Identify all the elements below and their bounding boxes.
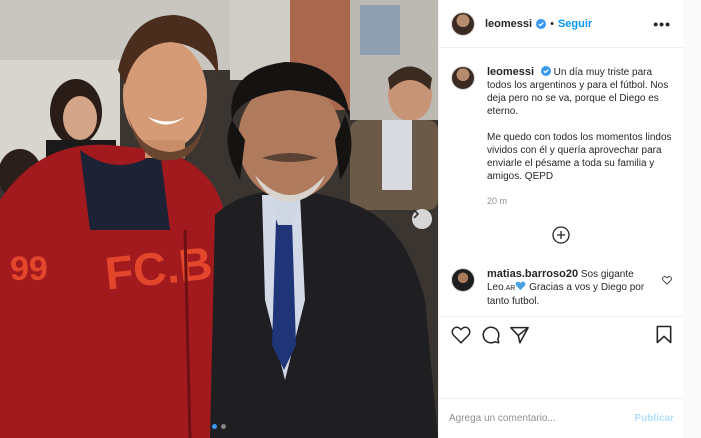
heart-icon (662, 276, 672, 285)
comment-item: matias.barroso20 Sos gigante Leo.AR Grac… (451, 268, 676, 308)
page-margin (683, 0, 701, 438)
comment-icon (482, 326, 500, 344)
comment-input[interactable] (449, 413, 635, 424)
load-more-comments-button[interactable] (552, 226, 570, 249)
chevron-right-icon (413, 209, 420, 219)
share-button[interactable] (510, 326, 529, 344)
caption-text-2: Me quedo con todos los momentos lindos v… (487, 132, 672, 182)
plus-circle-icon (552, 226, 570, 244)
share-icon (510, 326, 529, 344)
caption-username[interactable]: leomessi (487, 66, 534, 78)
like-comment-button[interactable] (662, 272, 672, 290)
post-photo[interactable]: 99 FC.B (0, 0, 438, 438)
header-separator: • (550, 17, 554, 30)
caption-avatar[interactable] (451, 66, 475, 90)
jersey-number-text: 99 (10, 250, 48, 288)
like-button[interactable] (451, 326, 471, 344)
carousel-next-button[interactable] (412, 209, 432, 229)
blue-heart-icon (515, 281, 526, 291)
comment-avatar[interactable] (451, 268, 475, 292)
follow-button[interactable]: Seguir (558, 18, 592, 30)
carousel-dot (221, 424, 226, 429)
save-button[interactable] (656, 325, 672, 344)
comment-flag-text: .AR (503, 285, 516, 292)
comment-button[interactable] (481, 325, 500, 344)
add-comment-bar: Publicar (439, 398, 684, 438)
verified-badge-icon (536, 18, 547, 29)
caption: leomessi Un día muy triste para todos lo… (451, 66, 672, 208)
post-header: leomessi • Seguir ••• (439, 0, 683, 48)
comment-body: matias.barroso20 Sos gigante Leo.AR Grac… (487, 268, 647, 308)
verified-badge-icon (540, 66, 551, 76)
caption-body: leomessi Un día muy triste para todos lo… (487, 66, 672, 208)
carousel-dot-active (212, 424, 217, 429)
avatar[interactable] (451, 11, 475, 36)
heart-icon (451, 326, 471, 344)
comments-section: leomessi Un día muy triste para todos lo… (439, 48, 684, 316)
comment-username[interactable]: matias.barroso20 (487, 268, 578, 280)
post-actions-bar (439, 316, 684, 352)
post-timestamp[interactable]: 20 m (487, 195, 672, 208)
caption-paragraph-1: leomessi Un día muy triste para todos lo… (487, 66, 672, 118)
post-author-username[interactable]: leomessi (485, 18, 532, 30)
publish-button[interactable]: Publicar (635, 413, 674, 424)
post-side-panel: leomessi • Seguir ••• leomessi Un día mu… (438, 0, 684, 438)
bookmark-icon (656, 325, 672, 344)
photo-illustration: 99 FC.B (0, 0, 438, 438)
carousel-dots (0, 424, 438, 429)
more-options-icon[interactable]: ••• (653, 16, 671, 32)
